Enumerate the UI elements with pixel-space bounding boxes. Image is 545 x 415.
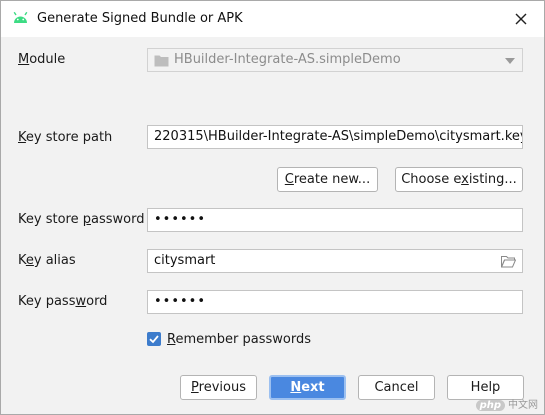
folder-icon[interactable] bbox=[501, 255, 516, 268]
key-store-password-label: Key store password bbox=[18, 212, 145, 227]
title-bar: Generate Signed Bundle or APK bbox=[1, 1, 544, 37]
close-icon[interactable] bbox=[512, 10, 530, 28]
android-icon bbox=[13, 11, 28, 23]
key-password-value: •••••• bbox=[154, 294, 207, 309]
dialog-title: Generate Signed Bundle or APK bbox=[37, 11, 243, 26]
key-store-path-label: Key store path bbox=[18, 130, 113, 145]
checkmark-icon bbox=[149, 335, 159, 344]
previous-button[interactable]: Previous bbox=[180, 375, 257, 400]
cancel-button[interactable]: Cancel bbox=[358, 375, 435, 400]
choose-existing-button[interactable]: Choose existing... bbox=[395, 167, 523, 192]
key-store-path-input[interactable]: 220315\HBuilder-Integrate-AS\simpleDemo\… bbox=[147, 125, 523, 149]
watermark-text: 中文网 bbox=[508, 400, 538, 411]
module-value: HBuilder-Integrate-AS.simpleDemo bbox=[174, 52, 401, 67]
key-store-password-value: •••••• bbox=[154, 212, 207, 227]
watermark: php 中文网 bbox=[475, 396, 538, 411]
key-password-input[interactable]: •••••• bbox=[147, 290, 523, 314]
key-alias-value: citysmart bbox=[154, 253, 216, 268]
folder-icon bbox=[154, 55, 169, 67]
key-store-password-input[interactable]: •••••• bbox=[147, 208, 523, 232]
key-alias-label: Key alias bbox=[18, 253, 76, 268]
chevron-down-icon bbox=[505, 58, 515, 64]
module-select[interactable]: HBuilder-Integrate-AS.simpleDemo bbox=[147, 48, 523, 72]
key-password-label: Key password bbox=[18, 294, 108, 309]
create-new-button[interactable]: Create new... bbox=[277, 167, 378, 192]
key-store-path-value: 220315\HBuilder-Integrate-AS\simpleDemo\… bbox=[154, 129, 523, 144]
module-label: Module bbox=[18, 52, 66, 67]
remember-passwords-checkbox[interactable] bbox=[147, 332, 161, 346]
generate-signed-bundle-dialog: Generate Signed Bundle or APK Module HBu… bbox=[0, 0, 545, 415]
next-button[interactable]: Next bbox=[269, 375, 346, 400]
watermark-logo: php bbox=[475, 400, 505, 411]
key-alias-input[interactable]: citysmart bbox=[147, 249, 523, 273]
remember-passwords-label[interactable]: Remember passwords bbox=[167, 332, 311, 347]
